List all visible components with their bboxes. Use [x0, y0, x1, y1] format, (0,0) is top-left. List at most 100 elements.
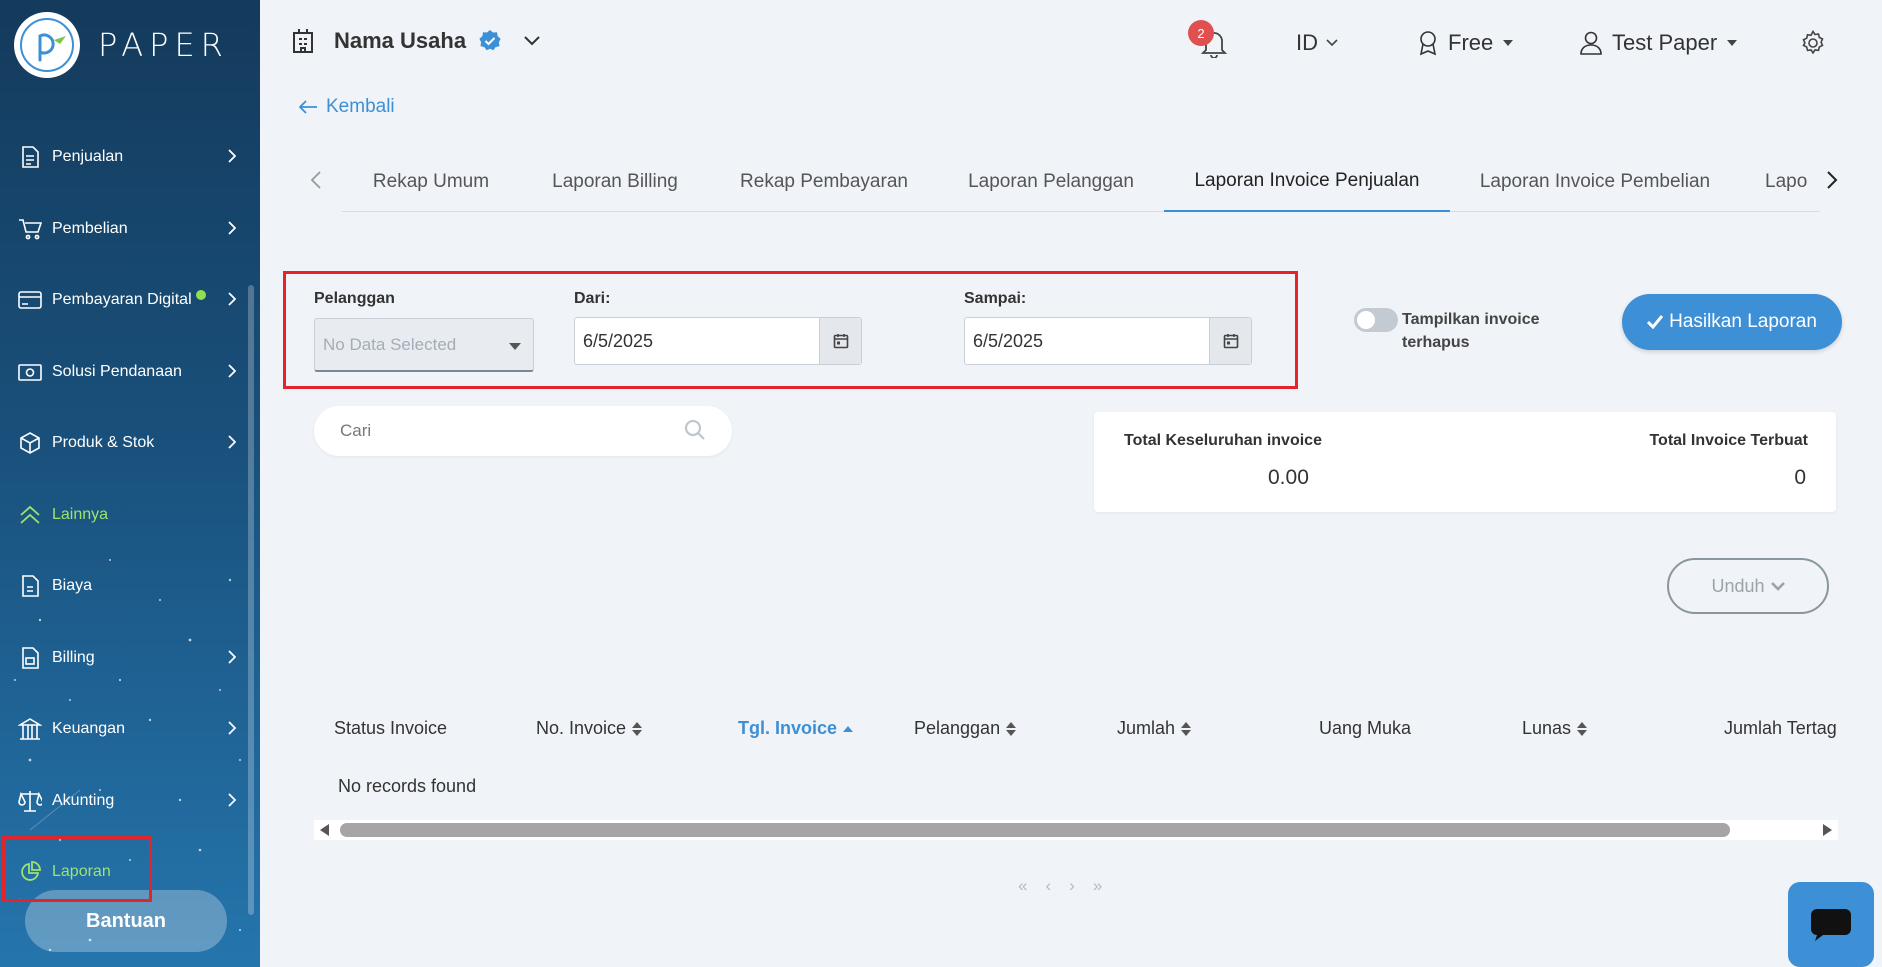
sidebar-scrollbar[interactable] — [248, 285, 254, 915]
chevron-right-icon — [228, 149, 237, 168]
scroll-left-arrow-icon[interactable] — [320, 824, 329, 836]
plan-selector[interactable]: Free — [1418, 30, 1514, 56]
language-selector[interactable]: ID — [1296, 30, 1338, 56]
pager-next-button[interactable]: › — [1069, 876, 1075, 896]
bank-icon — [18, 717, 42, 741]
sidebar-item-keuangan[interactable]: Keuangan — [0, 704, 250, 754]
sidebar-item-lainnya[interactable]: Lainnya — [0, 490, 250, 540]
language-label: ID — [1296, 30, 1318, 55]
calendar-icon[interactable] — [819, 318, 861, 364]
card-icon — [18, 288, 42, 312]
pie-chart-icon — [18, 860, 42, 884]
chat-widget-button[interactable] — [1788, 882, 1874, 967]
sidebar-item-solusi-pendanaan[interactable]: Solusi Pendanaan — [0, 347, 250, 397]
back-link[interactable]: Kembali — [298, 96, 395, 118]
top-bar: Nama Usaha 2 ID Free Test Paper — [260, 0, 1882, 86]
sidebar-item-pembayaran-digital[interactable]: Pembayaran Digital — [0, 275, 250, 325]
award-icon — [1418, 30, 1438, 56]
pager-first-button[interactable]: « — [1018, 876, 1027, 896]
verified-badge-icon — [478, 29, 502, 53]
pagination: « ‹ › » — [1018, 876, 1102, 896]
box-icon — [18, 431, 42, 455]
tab-laporan-billing[interactable]: Laporan Billing — [520, 152, 710, 212]
sidebar-item-penjualan[interactable]: Penjualan — [0, 132, 250, 182]
to-label: Sampai: — [964, 290, 1027, 307]
calendar-icon[interactable] — [1209, 318, 1251, 364]
to-date-input[interactable] — [965, 318, 1209, 364]
column-tgl-invoice[interactable]: Tgl. Invoice — [738, 718, 854, 739]
column-lunas[interactable]: Lunas — [1522, 718, 1588, 739]
sidebar-item-pembelian[interactable]: Pembelian — [0, 204, 250, 254]
column-label: Jumlah — [1117, 718, 1176, 738]
settings-button[interactable] — [1800, 30, 1826, 56]
total-created-label: Total Invoice Terbuat — [1649, 432, 1808, 449]
tab-rekap-pembayaran[interactable]: Rekap Pembayaran — [710, 152, 938, 212]
pager-last-button[interactable]: » — [1093, 876, 1102, 896]
tab-laporan-invoice-pembelian[interactable]: Laporan Invoice Pembelian — [1450, 152, 1740, 212]
tab-rekap-umum[interactable]: Rekap Umum — [342, 152, 520, 212]
brand-name: PAPER — [98, 26, 229, 64]
sidebar-item-akunting[interactable]: Akunting — [0, 776, 250, 826]
table-horizontal-scrollbar[interactable] — [314, 820, 1838, 840]
caret-down-icon — [509, 343, 521, 350]
tab-lapo[interactable]: Lapo — [1765, 152, 1817, 212]
show-deleted-toggle[interactable] — [1354, 308, 1398, 332]
paper-logo-icon — [14, 12, 80, 78]
chevron-right-icon — [228, 721, 237, 740]
tabs-scroll-left-icon[interactable] — [310, 170, 322, 195]
column-label: Uang Muka — [1319, 718, 1412, 738]
brand[interactable]: PAPER — [14, 12, 229, 78]
sidebar-item-produk-stok[interactable]: Produk & Stok — [0, 418, 250, 468]
generate-report-button[interactable]: Hasilkan Laporan — [1622, 294, 1842, 350]
user-name: Test Paper — [1612, 30, 1718, 55]
caret-down-icon — [1503, 40, 1514, 46]
total-created-value: 0 — [1794, 466, 1806, 489]
tab-laporan-pelanggan[interactable]: Laporan Pelanggan — [938, 152, 1164, 212]
business-selector[interactable]: Nama Usaha — [292, 28, 540, 54]
help-button[interactable]: Bantuan — [25, 890, 227, 952]
from-date-input[interactable] — [575, 318, 819, 364]
search-icon[interactable] — [684, 419, 708, 443]
sidebar-item-label: Billing — [52, 649, 95, 666]
sort-icon — [1577, 721, 1588, 736]
sort-ascending-icon — [843, 725, 854, 732]
chevron-right-icon — [228, 793, 237, 812]
chevron-down-icon — [1770, 581, 1785, 591]
check-icon — [1647, 315, 1664, 329]
tabs-scroll-right-icon[interactable] — [1826, 170, 1838, 195]
customer-select-placeholder: No Data Selected — [323, 334, 457, 354]
arrow-left-icon — [298, 99, 318, 115]
receipt-icon — [18, 574, 42, 598]
column-pelanggan[interactable]: Pelanggan — [914, 718, 1017, 739]
generate-report-label: Hasilkan Laporan — [1669, 311, 1817, 332]
column-jumlah-tertagih: Jumlah Tertag — [1724, 718, 1836, 739]
scroll-right-arrow-icon[interactable] — [1823, 824, 1832, 836]
chevron-right-icon — [228, 292, 237, 311]
sidebar-item-billing[interactable]: Billing — [0, 633, 250, 683]
user-menu[interactable]: Test Paper — [1580, 30, 1738, 56]
customer-label: Pelanggan — [314, 290, 395, 307]
column-no-invoice[interactable]: No. Invoice — [536, 718, 643, 739]
business-name: Nama Usaha — [334, 28, 467, 53]
column-jumlah[interactable]: Jumlah — [1117, 718, 1192, 739]
notification-button[interactable]: 2 — [1188, 20, 1228, 58]
plan-label: Free — [1448, 30, 1494, 55]
tab-laporan-invoice-penjualan[interactable]: Laporan Invoice Penjualan — [1164, 152, 1450, 212]
caret-down-icon — [1727, 40, 1738, 46]
sidebar-item-biaya[interactable]: Biaya — [0, 561, 250, 611]
chevron-down-icon — [1326, 39, 1338, 47]
double-chevron-up-icon — [18, 503, 42, 527]
download-label: Unduh — [1711, 575, 1765, 596]
search-input[interactable] — [340, 421, 684, 441]
customer-select[interactable]: No Data Selected — [314, 318, 534, 372]
sidebar-item-label: Penjualan — [52, 148, 124, 165]
column-label: Pelanggan — [914, 718, 1001, 738]
document-icon — [18, 145, 42, 169]
cart-icon — [18, 217, 42, 241]
sidebar-item-label: Pembayaran Digital — [52, 291, 192, 308]
scrollbar-thumb[interactable] — [340, 823, 1730, 837]
download-button[interactable]: Unduh — [1667, 558, 1829, 614]
gear-icon — [1800, 30, 1826, 56]
column-label: Jumlah Tertag — [1724, 718, 1836, 738]
pager-prev-button[interactable]: ‹ — [1045, 876, 1051, 896]
